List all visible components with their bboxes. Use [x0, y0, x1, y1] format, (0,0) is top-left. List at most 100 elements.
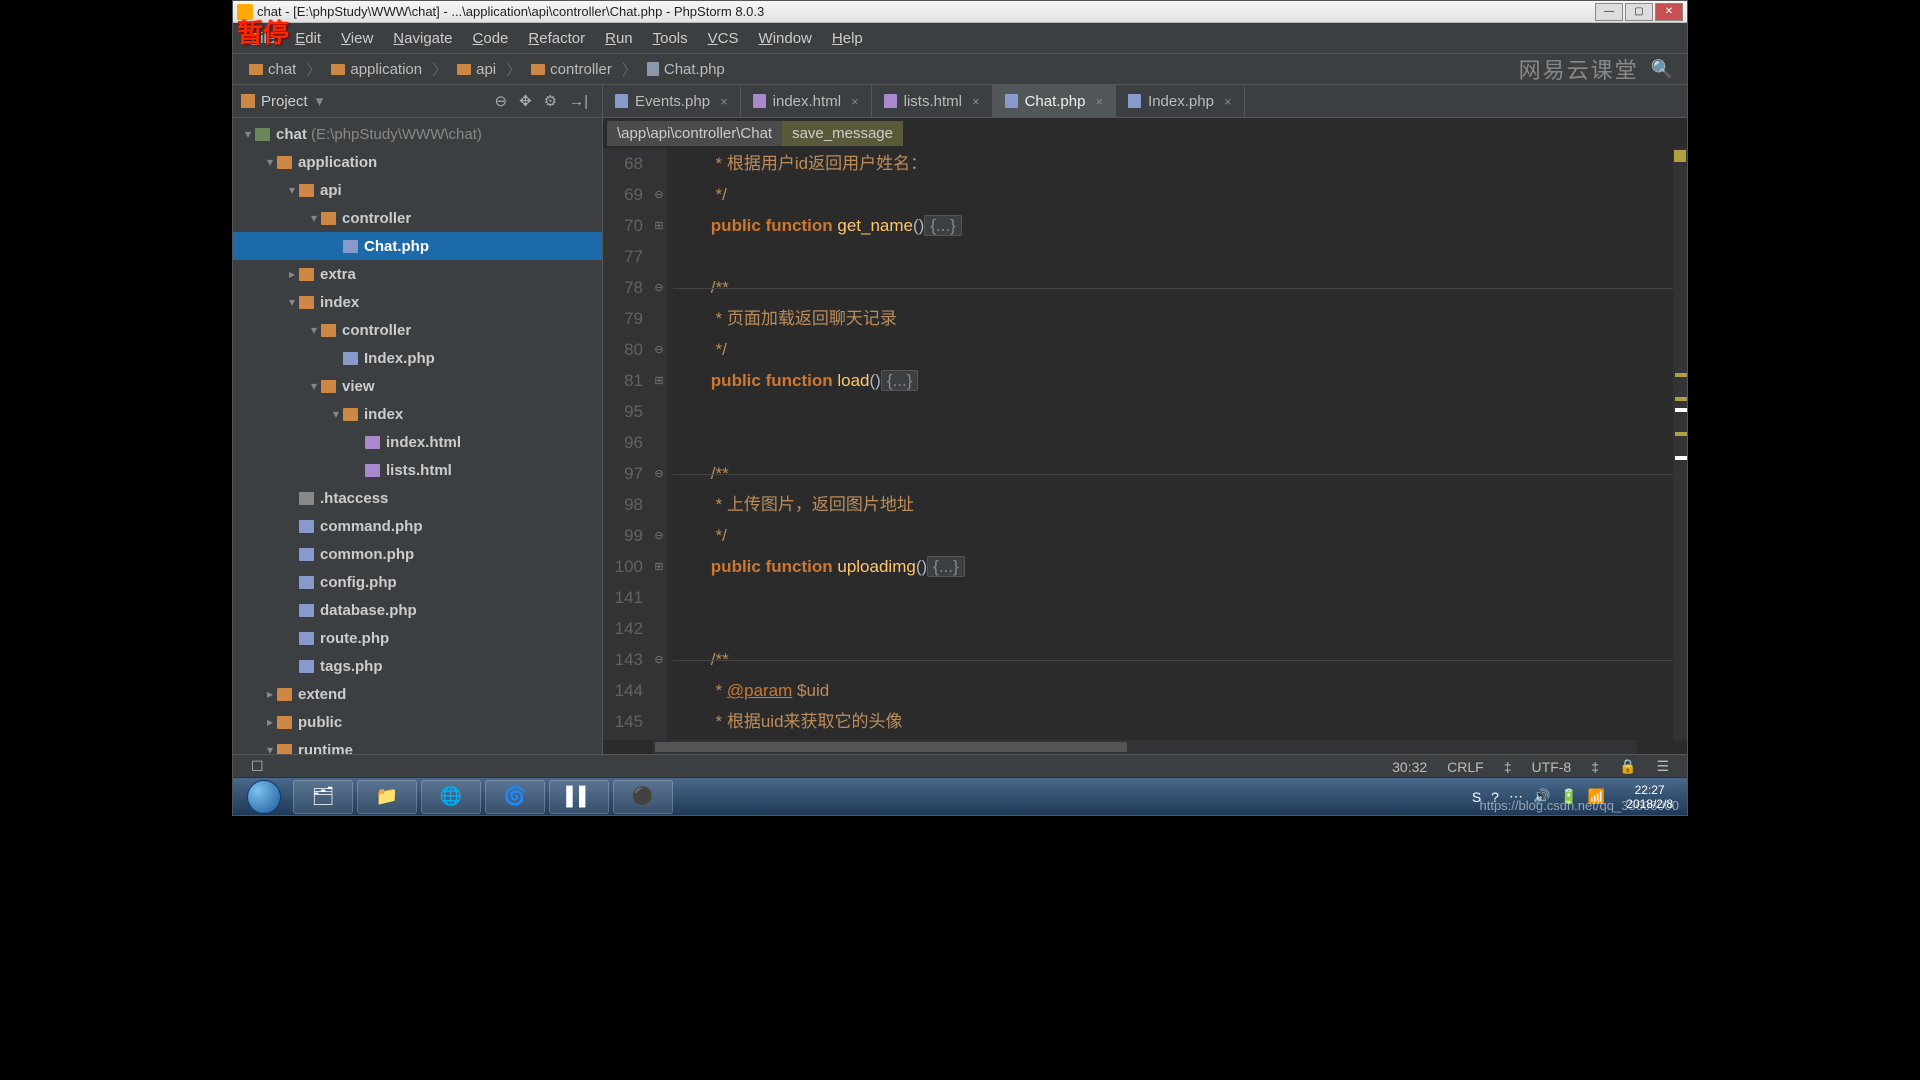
code-line[interactable]: * @param $uid — [667, 675, 1673, 706]
code-line[interactable]: * 根据用户id返回用户姓名： — [667, 148, 1673, 179]
warning-mark[interactable] — [1675, 397, 1687, 401]
code-line[interactable] — [667, 613, 1673, 644]
expand-toggle-icon[interactable]: ▾ — [241, 127, 255, 141]
tree-item-application[interactable]: ▾application — [233, 148, 602, 176]
fold-marker-icon[interactable]: ⊖ — [651, 644, 667, 675]
mark[interactable] — [1675, 456, 1687, 460]
expand-toggle-icon[interactable]: ▾ — [307, 211, 321, 225]
fold-marker-icon[interactable] — [651, 675, 667, 706]
close-tab-icon[interactable]: × — [972, 94, 980, 109]
fold-column[interactable]: ⊖⊞⊖⊖⊞⊖⊖⊞⊖ — [651, 148, 667, 740]
close-tab-icon[interactable]: × — [1224, 94, 1232, 109]
code-line[interactable]: public function get_name(){...} — [667, 210, 1673, 241]
tree-item-tagsphp[interactable]: tags.php — [233, 652, 602, 680]
line-number[interactable]: 144 — [603, 675, 643, 706]
close-tab-icon[interactable]: × — [720, 94, 728, 109]
taskbar-app-button[interactable]: 🌐 — [421, 780, 481, 814]
taskbar-app-button[interactable]: 📁 — [357, 780, 417, 814]
expand-toggle-icon[interactable]: ▾ — [285, 183, 299, 197]
tree-item-chat[interactable]: ▾chat (E:\phpStudy\WWW\chat) — [233, 120, 602, 148]
line-number[interactable]: 145 — [603, 706, 643, 737]
tree-item-controller[interactable]: ▾controller — [233, 204, 602, 232]
tree-item-controller[interactable]: ▾controller — [233, 316, 602, 344]
status-icon[interactable]: ☐ — [241, 758, 274, 775]
fold-marker-icon[interactable]: ⊞ — [651, 551, 667, 582]
fold-marker-icon[interactable] — [651, 489, 667, 520]
expand-toggle-icon[interactable]: ▾ — [307, 379, 321, 393]
fold-marker-icon[interactable]: ⊖ — [651, 334, 667, 365]
tree-item-listshtml[interactable]: lists.html — [233, 456, 602, 484]
line-number[interactable]: 70 — [603, 210, 643, 241]
fold-marker-icon[interactable] — [651, 706, 667, 737]
menu-code[interactable]: Code — [463, 26, 519, 51]
line-number[interactable]: 98 — [603, 489, 643, 520]
tree-item-extend[interactable]: ▸extend — [233, 680, 602, 708]
fold-marker-icon[interactable] — [651, 582, 667, 613]
code-line[interactable] — [667, 396, 1673, 427]
fold-marker-icon[interactable]: ⊞ — [651, 210, 667, 241]
expand-toggle-icon[interactable]: ▸ — [285, 267, 299, 281]
code-line[interactable] — [667, 582, 1673, 613]
tree-item-configphp[interactable]: config.php — [233, 568, 602, 596]
expand-toggle-icon[interactable]: ▾ — [329, 407, 343, 421]
tab-indexhtml[interactable]: index.html× — [741, 85, 872, 117]
expand-toggle-icon[interactable]: ▾ — [285, 295, 299, 309]
minimize-button[interactable]: — — [1595, 3, 1623, 21]
mark[interactable] — [1675, 408, 1687, 412]
taskbar-app-button[interactable]: ⚫ — [613, 780, 673, 814]
line-number[interactable]: 95 — [603, 396, 643, 427]
line-number[interactable]: 81 — [603, 365, 643, 396]
expand-toggle-icon[interactable]: ▾ — [307, 323, 321, 337]
horizontal-scrollbar[interactable] — [653, 740, 1637, 754]
tab-listshtml[interactable]: lists.html× — [872, 85, 993, 117]
line-separator[interactable]: CRLF — [1437, 759, 1494, 775]
warning-mark[interactable] — [1675, 373, 1687, 377]
fold-marker-icon[interactable]: ⊖ — [651, 179, 667, 210]
expand-toggle-icon[interactable]: ▸ — [263, 687, 277, 701]
line-number[interactable]: 99 — [603, 520, 643, 551]
fold-marker-icon[interactable]: ⊖ — [651, 520, 667, 551]
tree-item-commonphp[interactable]: common.php — [233, 540, 602, 568]
taskbar-app-button[interactable]: 🌀 — [485, 780, 545, 814]
menu-run[interactable]: Run — [595, 26, 643, 51]
breadcrumb-item[interactable]: Chat.php — [639, 59, 733, 80]
fold-marker-icon[interactable]: ⊖ — [651, 458, 667, 489]
tab-chatphp[interactable]: Chat.php× — [993, 85, 1116, 117]
gear-icon[interactable]: ⚙ — [538, 92, 563, 110]
tree-item-runtime[interactable]: ▾runtime — [233, 736, 602, 754]
code-line[interactable] — [667, 241, 1673, 272]
line-number[interactable]: 80 — [603, 334, 643, 365]
code-line[interactable] — [667, 427, 1673, 458]
fold-marker-icon[interactable] — [651, 427, 667, 458]
tree-item-api[interactable]: ▾api — [233, 176, 602, 204]
encoding[interactable]: UTF-8 — [1522, 759, 1582, 775]
fold-marker-icon[interactable] — [651, 396, 667, 427]
hector-icon[interactable]: ☰ — [1646, 758, 1679, 775]
chevron-down-icon[interactable]: ▾ — [308, 92, 324, 110]
project-tree[interactable]: ▾chat (E:\phpStudy\WWW\chat)▾application… — [233, 118, 602, 754]
fold-marker-icon[interactable] — [651, 148, 667, 179]
tree-item-index[interactable]: ▾index — [233, 288, 602, 316]
start-button[interactable] — [237, 779, 291, 815]
tree-item-index[interactable]: ▾index — [233, 400, 602, 428]
code-line[interactable]: */ — [667, 334, 1673, 365]
breadcrumb-item[interactable]: chat — [241, 59, 304, 80]
expand-toggle-icon[interactable]: ▾ — [263, 743, 277, 754]
menu-vcs[interactable]: VCS — [698, 26, 749, 51]
code-line[interactable]: */ — [667, 520, 1673, 551]
tree-item-public[interactable]: ▸public — [233, 708, 602, 736]
line-number[interactable]: 141 — [603, 582, 643, 613]
breadcrumb-item[interactable]: application — [323, 59, 430, 80]
project-header[interactable]: Project ▾ ⊖ ✥ ⚙ →| — [233, 85, 602, 118]
windows-taskbar[interactable]: 🗂📁🌐🌀▌▌⚫ S?⋯🔊🔋📶 22:27 2018/2/8 https://bl… — [233, 777, 1687, 815]
line-number[interactable]: 100 — [603, 551, 643, 582]
fold-marker-icon[interactable] — [651, 303, 667, 334]
structure-breadcrumb[interactable]: \app\api\controller\Chat save_message — [603, 118, 1687, 148]
tree-item-commandphp[interactable]: command.php — [233, 512, 602, 540]
line-number[interactable]: 142 — [603, 613, 643, 644]
menu-view[interactable]: View — [331, 26, 383, 51]
tree-item-indexhtml[interactable]: index.html — [233, 428, 602, 456]
code-text[interactable]: * 根据用户id返回用户姓名： */ public function get_n… — [667, 148, 1673, 740]
caret-position[interactable]: 30:32 — [1382, 759, 1437, 775]
search-icon[interactable]: 🔍 — [1645, 59, 1679, 80]
